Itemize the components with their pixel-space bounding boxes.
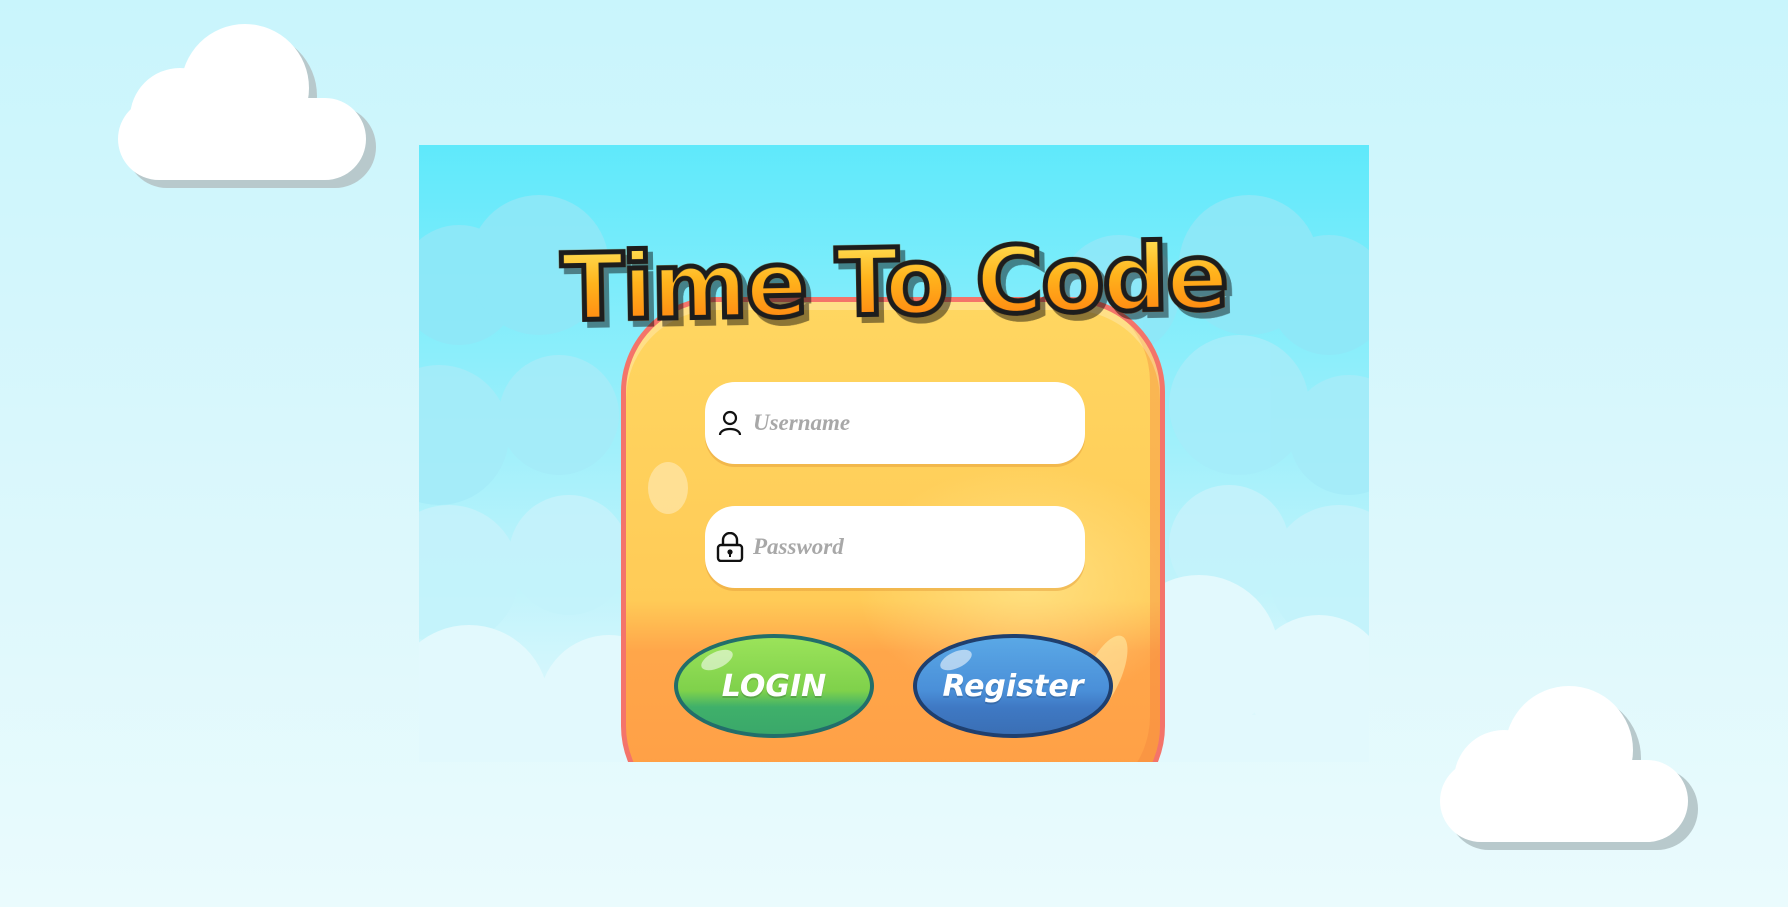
register-button[interactable]: Register	[913, 634, 1113, 738]
username-input[interactable]	[751, 409, 1055, 437]
register-button-label: Register	[942, 668, 1084, 704]
lock-icon	[715, 532, 745, 562]
card-highlight	[648, 462, 688, 514]
game-title: Time To Code	[419, 221, 1369, 345]
password-field[interactable]	[705, 506, 1085, 588]
login-button-label: LOGIN	[721, 668, 827, 704]
game-login-panel: Time To Code LOGIN Register	[419, 145, 1369, 762]
password-input[interactable]	[751, 533, 1055, 561]
user-icon	[715, 408, 745, 438]
login-button[interactable]: LOGIN	[674, 634, 874, 738]
background-cloud-left	[118, 14, 388, 190]
background-cloud-right	[1440, 678, 1706, 852]
username-field[interactable]	[705, 382, 1085, 464]
